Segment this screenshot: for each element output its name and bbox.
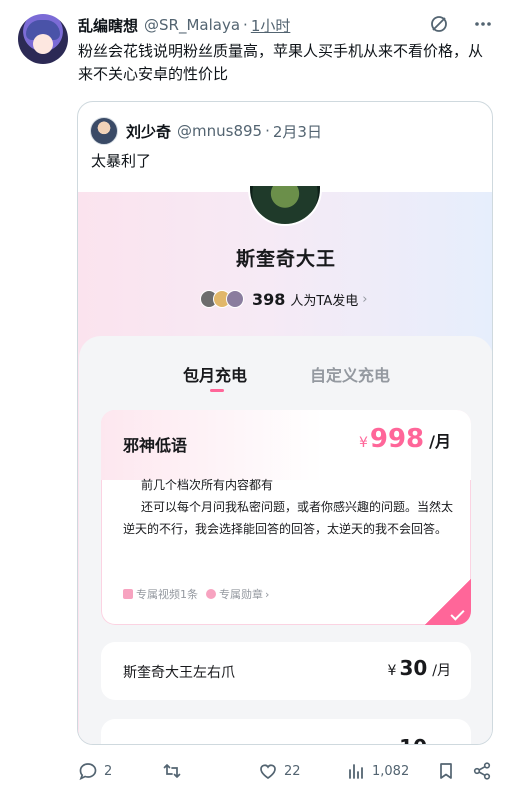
video-icon	[123, 589, 133, 599]
embedded-screenshot: 斯奎奇大王 398 人为TA发电 › 包月充电 自定义充电 邪神低语 ¥ 998…	[78, 186, 492, 744]
plan-desc-paragraph: 还可以每个月问我私密问题，或者你感兴趣的问题。当然太逆天的不行，我会选择能回答的…	[123, 500, 454, 536]
price-period: /月	[429, 432, 451, 451]
quoted-text: 太暴利了	[91, 152, 152, 170]
reply-button[interactable]: 2	[78, 758, 112, 784]
reply-count: 2	[104, 763, 113, 779]
tab-custom-charge: 自定义充电	[310, 366, 391, 385]
share-button[interactable]	[472, 758, 492, 784]
heart-icon	[260, 764, 276, 779]
tweet-action-bar: 2 22 1,082	[78, 758, 494, 784]
chevron-right-icon: ›	[362, 291, 368, 307]
selected-plan-card: 邪神低语 ¥ 998 /月 前几个档次所有内容都有 还可以每个月问我私密问题，或…	[101, 410, 471, 625]
price-period: /月	[432, 663, 451, 679]
supporter-avatars	[200, 290, 244, 308]
supporters-text: 人为TA发电	[290, 293, 359, 309]
perk-video: 专属视频1条	[123, 586, 198, 602]
quoted-date: 2月3日	[272, 122, 322, 141]
quoted-header: 刘少奇 @mnus895 · 2月3日	[90, 116, 322, 146]
quoted-avatar	[90, 117, 118, 145]
quoted-handle: @mnus895	[177, 122, 263, 140]
like-button[interactable]: 22	[258, 758, 301, 784]
tweet-header: 乱编瞎想 @SR_Malaya · 1小时	[78, 13, 493, 37]
supporters-count: 398	[252, 289, 286, 309]
price-amount: 998	[369, 424, 425, 454]
selected-corner	[425, 579, 471, 625]
author-avatar[interactable]	[18, 14, 68, 64]
plan-row-title: 斯奎奇大王左右爪	[123, 665, 235, 681]
currency-symbol: ¥	[387, 663, 397, 679]
like-count: 22	[284, 763, 301, 779]
charge-panel: 包月充电 自定义充电 邪神低语 ¥ 998 /月 前几个档次所有内容都有 还可以…	[79, 336, 492, 744]
perk-video-label: 专属视频1条	[136, 588, 198, 601]
bookmark-button[interactable]	[436, 758, 456, 784]
bookmark-icon	[440, 763, 452, 779]
views-count: 1,082	[372, 763, 410, 779]
creator-avatar	[248, 186, 322, 226]
partial-price-amount: 10	[399, 735, 427, 744]
supporters-row: 398 人为TA发电 ›	[200, 288, 367, 310]
plan-price: ¥ 998 /月	[359, 424, 451, 454]
header-icons	[429, 14, 493, 38]
plan-title: 邪神低语	[123, 436, 188, 455]
price-amount: 30	[399, 656, 428, 680]
retweet-button[interactable]	[162, 758, 188, 784]
quoted-tweet[interactable]: 刘少奇 @mnus895 · 2月3日 太暴利了 斯奎奇大王 398 人为TA发…	[77, 101, 493, 745]
plan-description: 前几个档次所有内容都有 还可以每个月问我私密问题，或者你感兴趣的问题。当然太逆天…	[123, 474, 453, 540]
tab-monthly-charge: 包月充电	[183, 366, 248, 385]
tweet-time[interactable]: 1小时	[251, 15, 291, 36]
author-name[interactable]: 乱编瞎想	[78, 15, 138, 36]
grok-icon[interactable]	[429, 14, 449, 38]
supporter-avatar	[226, 290, 244, 308]
plan-perks: 专属视频1条 专属勋章 ›	[123, 586, 277, 602]
perk-badge: 专属勋章 ›	[206, 586, 269, 602]
views-chart-icon	[349, 764, 363, 779]
views-button[interactable]: 1,082	[346, 758, 409, 784]
badge-icon	[206, 589, 216, 599]
perk-badge-label: 专属勋章	[219, 588, 263, 601]
plan-row: 斯奎奇大王左右爪 ¥ 30 /月	[101, 642, 471, 700]
reply-icon	[79, 763, 97, 781]
retweet-icon	[163, 764, 181, 778]
plan-row-partial: 10	[101, 719, 471, 744]
quoted-separator: ·	[265, 122, 270, 140]
avatar-face-shape	[33, 34, 53, 54]
active-tab-indicator	[210, 389, 224, 392]
share-icon	[473, 762, 491, 780]
plan-row-price: ¥ 30 /月	[388, 656, 451, 680]
tweet-text: 粉丝会花钱说明粉丝质量高，苹果人买手机从来不看价格，从来不关心安卓的性价比	[78, 42, 484, 83]
header-separator: ·	[243, 16, 248, 34]
more-icon[interactable]	[473, 14, 493, 38]
currency-symbol: ¥	[358, 435, 368, 451]
author-handle[interactable]: @SR_Malaya	[144, 16, 240, 34]
chevron-right-icon: ›	[265, 587, 270, 601]
creator-name: 斯奎奇大王	[235, 248, 336, 270]
quoted-author-name: 刘少奇	[126, 122, 172, 141]
plan-desc-line: 前几个档次所有内容都有	[141, 478, 274, 492]
